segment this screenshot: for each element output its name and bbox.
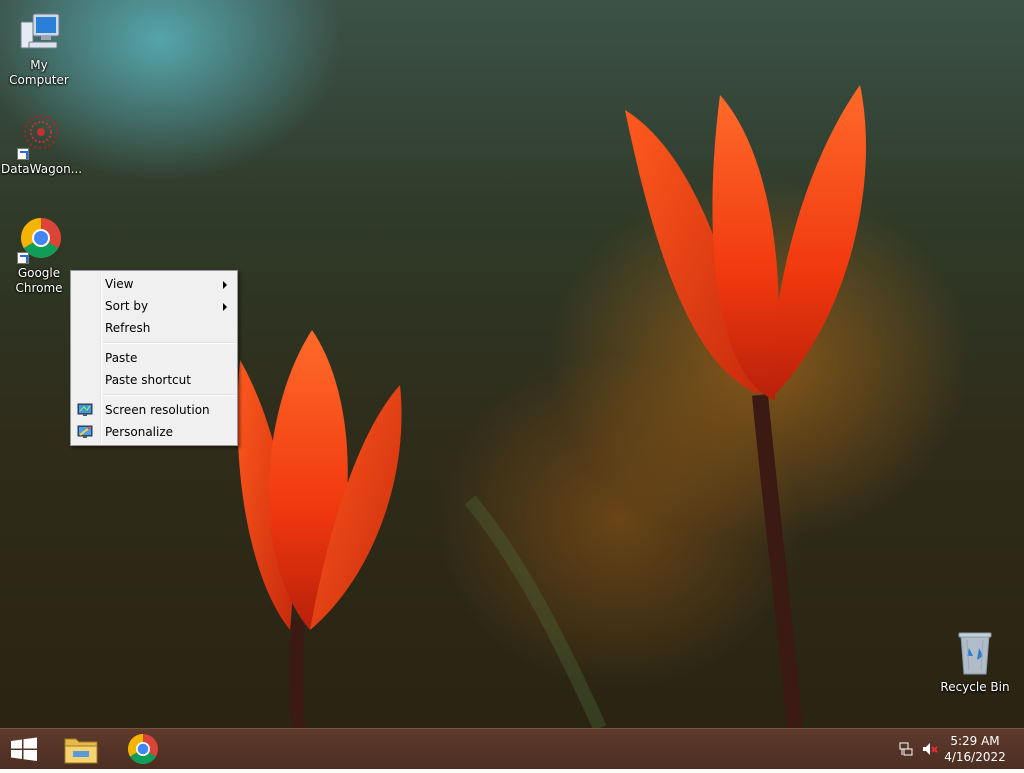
computer-icon xyxy=(15,8,63,56)
monitor-icon xyxy=(77,402,93,418)
menu-separator xyxy=(103,342,235,344)
volume-muted-icon[interactable] xyxy=(921,741,939,757)
chrome-icon xyxy=(15,216,63,264)
desktop-icon-label: DataWagon... xyxy=(1,162,83,176)
submenu-arrow-icon xyxy=(223,303,227,311)
shortcut-arrow-icon xyxy=(17,148,29,160)
menu-item-refresh[interactable]: Refresh xyxy=(71,317,237,339)
clock-date: 4/16/2022 xyxy=(944,750,1006,764)
desktop-icon-label: Google Chrome xyxy=(15,266,63,295)
taskbar-chrome[interactable] xyxy=(118,729,168,769)
menu-separator xyxy=(103,394,235,396)
menu-item-label: Refresh xyxy=(105,321,151,335)
desktop-icon-my-computer[interactable]: My Computer xyxy=(1,8,77,88)
personalize-icon xyxy=(77,424,93,440)
menu-item-screen-resolution[interactable]: Screen resolution xyxy=(71,399,237,421)
desktop-icon-label: Recycle Bin xyxy=(940,680,1010,694)
datawagon-icon xyxy=(15,112,63,160)
chrome-icon xyxy=(127,734,158,765)
desktop-icon-recycle-bin[interactable]: Recycle Bin xyxy=(937,630,1013,695)
start-button[interactable] xyxy=(0,729,50,769)
desktop-context-menu: View Sort by Refresh Paste Paste shortcu… xyxy=(70,270,238,446)
desktop[interactable]: My Computer DataWagon... Google Chrome R… xyxy=(0,0,1024,728)
clock-time: 5:29 AM xyxy=(950,734,1000,748)
menu-item-sort-by[interactable]: Sort by xyxy=(71,295,237,317)
desktop-icon-google-chrome[interactable]: Google Chrome xyxy=(1,216,77,296)
desktop-icon-datawagon[interactable]: DataWagon... xyxy=(1,112,83,177)
network-icon[interactable] xyxy=(898,741,916,757)
desktop-icon-label: My Computer xyxy=(9,58,69,87)
menu-item-label: Sort by xyxy=(105,299,149,313)
menu-item-label: View xyxy=(105,277,134,291)
shortcut-arrow-icon xyxy=(17,252,29,264)
menu-item-label: Personalize xyxy=(105,425,174,439)
submenu-arrow-icon xyxy=(223,281,227,289)
menu-item-personalize[interactable]: Personalize xyxy=(71,421,237,443)
menu-item-label: Screen resolution xyxy=(105,403,210,417)
windows-start-icon xyxy=(11,737,37,761)
taskbar-file-explorer[interactable] xyxy=(56,729,106,769)
recycle-bin-icon xyxy=(951,630,999,678)
menu-item-label: Paste xyxy=(105,351,138,365)
taskbar: 5:29 AM 4/16/2022 xyxy=(0,728,1024,769)
menu-item-paste-shortcut[interactable]: Paste shortcut xyxy=(71,369,237,391)
menu-item-label: Paste shortcut xyxy=(105,373,191,387)
file-explorer-icon xyxy=(64,738,98,764)
menu-item-view[interactable]: View xyxy=(71,273,237,295)
system-clock[interactable]: 5:29 AM 4/16/2022 xyxy=(940,733,1010,765)
menu-item-paste[interactable]: Paste xyxy=(71,347,237,369)
